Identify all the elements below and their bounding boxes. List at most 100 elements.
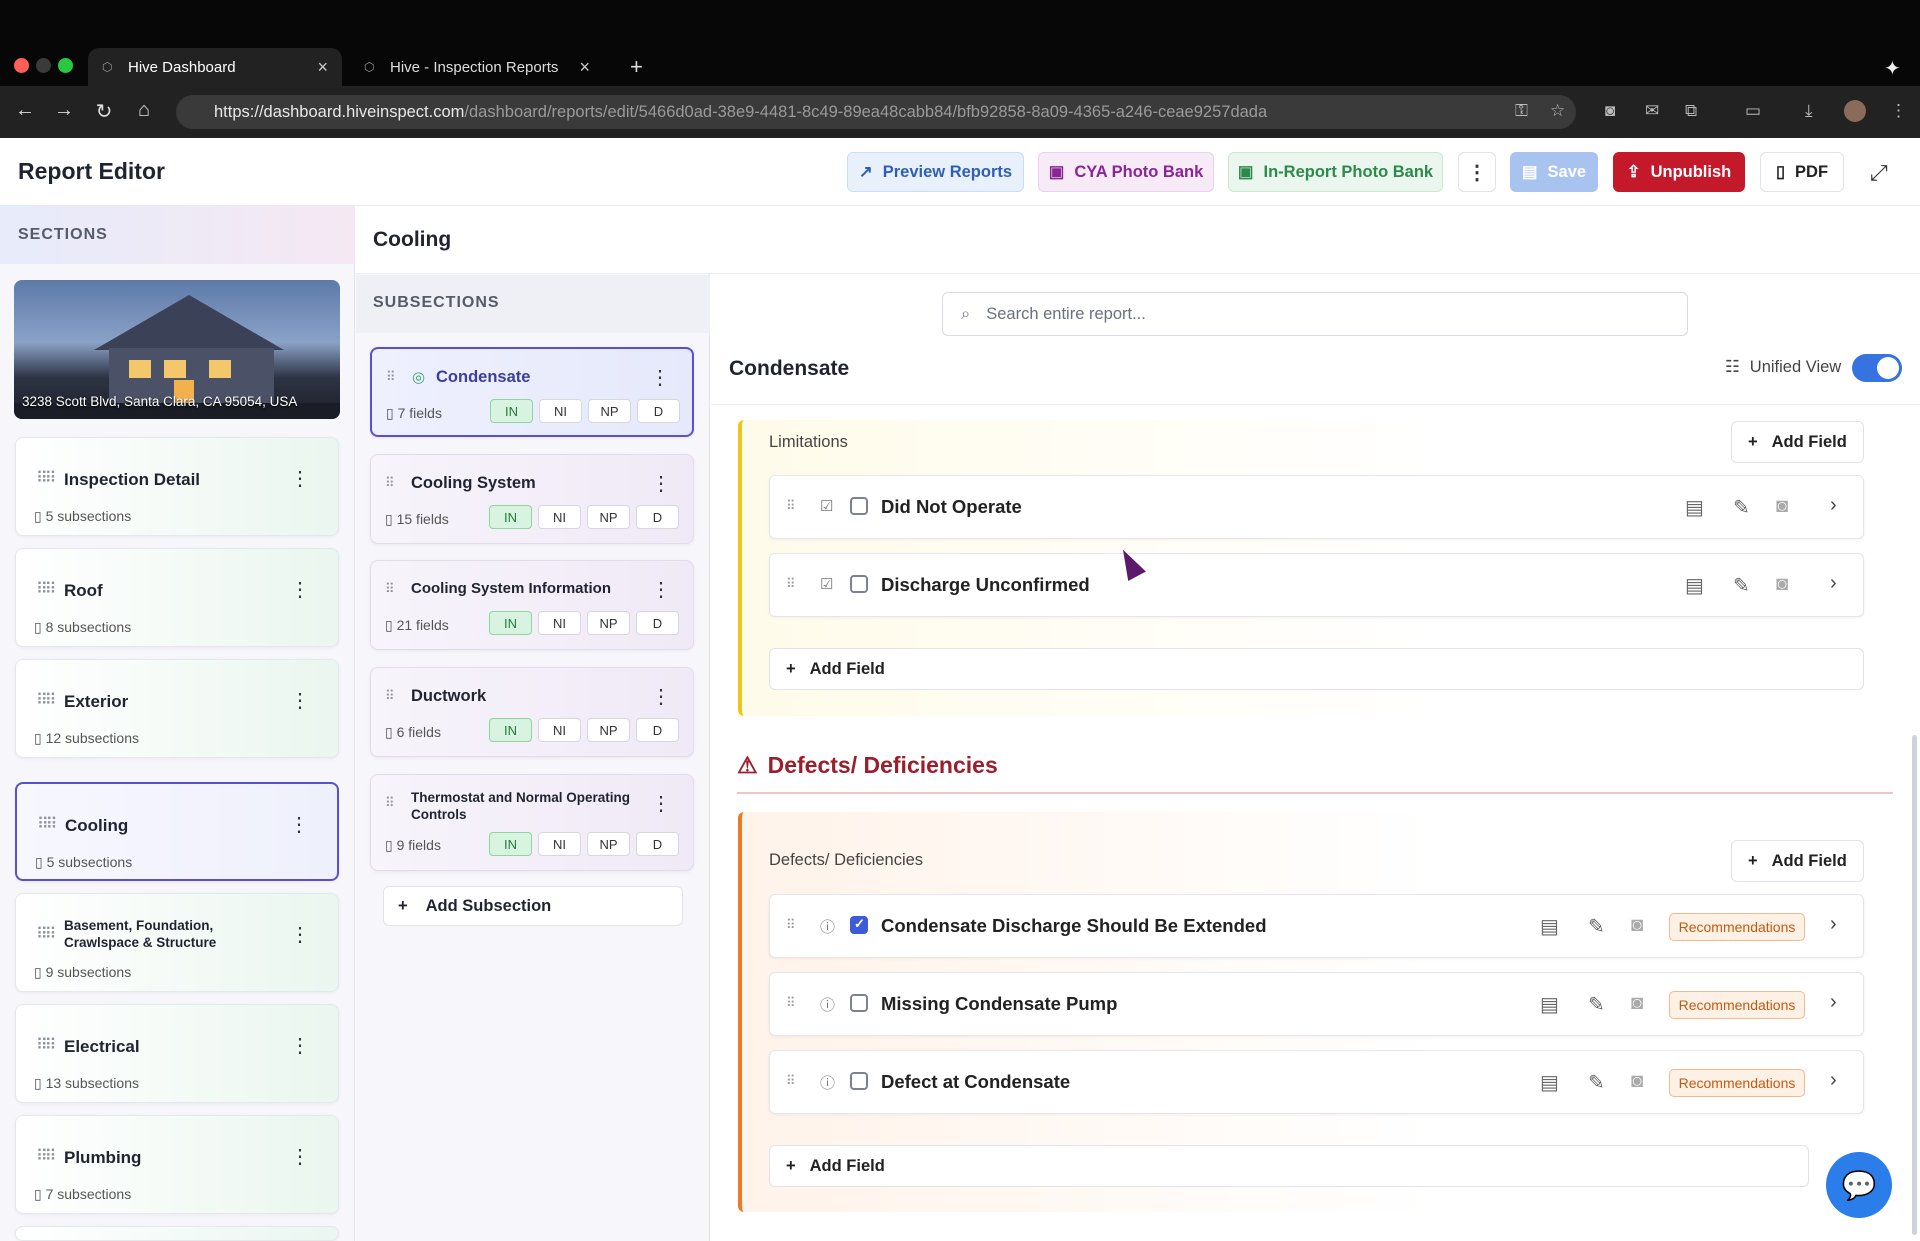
section-card-next[interactable]: [15, 1226, 339, 1241]
subsection-card-condensate[interactable]: ⠿ ◎ Condensate ⋮ ▯ 7 fields IN NI NP D: [370, 347, 694, 437]
drag-handle-icon[interactable]: ⠿: [385, 688, 395, 704]
field-checkbox[interactable]: [850, 994, 868, 1012]
search-input[interactable]: ⌕ Search entire report...: [942, 292, 1688, 336]
pdf-button[interactable]: ▯ PDF: [1760, 152, 1844, 192]
section-card-basement[interactable]: ⠿⠿ Basement, Foundation, Crawlspace & St…: [15, 893, 339, 992]
subsection-card-cooling-system-information[interactable]: ⠿ Cooling System Information ⋮ ▯ 21 fiel…: [370, 560, 694, 650]
drag-handle-icon[interactable]: ⠿: [385, 475, 395, 491]
status-d-pill[interactable]: D: [636, 832, 679, 856]
drag-handle-icon[interactable]: ⠿⠿: [36, 579, 57, 599]
download-icon[interactable]: ⤓: [1805, 101, 1813, 121]
zoom-window-button[interactable]: [58, 58, 73, 73]
section-menu-icon[interactable]: ⋮: [290, 688, 310, 713]
camera-icon[interactable]: ◙: [1631, 1070, 1643, 1093]
recommendations-tag[interactable]: Recommendations: [1669, 1069, 1805, 1097]
bookmark-star-icon[interactable]: ☆: [1550, 101, 1565, 121]
browser-menu-icon[interactable]: ⋮: [1890, 101, 1907, 121]
drag-handle-icon[interactable]: ⠿⠿: [36, 1035, 57, 1055]
new-tab-button[interactable]: +: [616, 48, 656, 86]
status-ni-pill[interactable]: NI: [538, 611, 581, 635]
preview-reports-button[interactable]: ↗ Preview Reports: [847, 152, 1024, 192]
browser-tab-hive-dashboard[interactable]: ⬡ Hive Dashboard ×: [88, 48, 342, 86]
edit-pencil-icon[interactable]: ✎: [1733, 495, 1750, 520]
field-checkbox[interactable]: [850, 575, 868, 593]
subsection-menu-icon[interactable]: ⋮: [651, 471, 671, 496]
camera-icon[interactable]: ◙: [1631, 992, 1643, 1015]
drag-handle-icon[interactable]: ⠿: [385, 795, 395, 811]
status-ni-pill[interactable]: NI: [538, 505, 581, 529]
subsection-menu-icon[interactable]: ⋮: [651, 684, 671, 709]
section-menu-icon[interactable]: ⋮: [290, 466, 310, 491]
chevron-right-icon[interactable]: ›: [1830, 572, 1837, 595]
section-card-inspection-detail[interactable]: ⠿⠿ Inspection Detail ⋮ ▯ 5 subsections: [15, 437, 339, 536]
unified-view-toggle[interactable]: [1852, 354, 1902, 382]
camera-icon[interactable]: ◙: [1776, 573, 1788, 596]
drag-handle-icon[interactable]: ⠿⠿: [36, 1146, 57, 1166]
drag-handle-icon[interactable]: ⠿⠿: [36, 468, 57, 488]
save-icon[interactable]: ▤: [1685, 495, 1704, 520]
chevron-right-icon[interactable]: ›: [1830, 991, 1837, 1014]
status-in-pill[interactable]: IN: [489, 611, 532, 635]
status-in-pill[interactable]: IN: [489, 718, 532, 742]
reading-mode-icon[interactable]: ▭: [1745, 101, 1761, 121]
status-in-pill[interactable]: IN: [490, 399, 533, 423]
section-card-electrical[interactable]: ⠿⠿ Electrical ⋮ ▯ 13 subsections: [15, 1004, 339, 1103]
field-row-missing-condensate-pump[interactable]: ⠿ ⓘ Missing Condensate Pump ▤ ✎ ◙ Recomm…: [769, 972, 1864, 1036]
section-card-exterior[interactable]: ⠿⠿ Exterior ⋮ ▯ 12 subsections: [15, 659, 339, 758]
field-row-condensate-discharge[interactable]: ⠿ ⓘ Condensate Discharge Should Be Exten…: [769, 894, 1864, 958]
status-ni-pill[interactable]: NI: [538, 832, 581, 856]
profile-avatar[interactable]: [1844, 100, 1866, 122]
drag-handle-icon[interactable]: ⠿: [786, 1073, 796, 1089]
chevron-right-icon[interactable]: ›: [1830, 1069, 1837, 1092]
close-tab-icon[interactable]: ×: [579, 57, 590, 78]
field-checkbox[interactable]: [850, 916, 868, 934]
add-field-button[interactable]: + Add Field: [769, 1145, 1809, 1187]
status-ni-pill[interactable]: NI: [538, 718, 581, 742]
field-checkbox[interactable]: [850, 1072, 868, 1090]
add-subsection-button[interactable]: + Add Subsection: [383, 886, 683, 926]
save-icon[interactable]: ▤: [1540, 914, 1559, 939]
drag-handle-icon[interactable]: ⠿: [786, 995, 796, 1011]
minimize-window-button[interactable]: [36, 58, 51, 73]
save-icon[interactable]: ▤: [1540, 992, 1559, 1017]
scrollbar[interactable]: [1912, 735, 1917, 1235]
save-button[interactable]: ▤ Save: [1510, 152, 1598, 192]
save-icon[interactable]: ▤: [1685, 573, 1704, 598]
section-card-plumbing[interactable]: ⠿⠿ Plumbing ⋮ ▯ 7 subsections: [15, 1115, 339, 1214]
browser-tab-inspection-reports[interactable]: ⬡ Hive - Inspection Reports ×: [350, 48, 604, 86]
edit-pencil-icon[interactable]: ✎: [1733, 573, 1750, 598]
add-field-button-defects[interactable]: + Add Field: [1731, 840, 1864, 882]
drag-handle-icon[interactable]: ⠿: [786, 498, 796, 514]
camera-icon[interactable]: ◙: [1776, 495, 1788, 518]
close-tab-icon[interactable]: ×: [317, 57, 328, 78]
chevron-right-icon[interactable]: ›: [1830, 494, 1837, 517]
save-icon[interactable]: ▤: [1540, 1070, 1559, 1095]
drag-handle-icon[interactable]: ⠿: [386, 369, 396, 385]
sparkle-icon[interactable]: ✦: [1884, 56, 1901, 81]
extensions-puzzle-icon[interactable]: ⧉: [1685, 101, 1697, 121]
more-options-button[interactable]: ⋮: [1458, 152, 1496, 192]
drag-handle-icon[interactable]: ⠿⠿: [36, 690, 57, 710]
status-np-pill[interactable]: NP: [587, 611, 630, 635]
section-menu-icon[interactable]: ⋮: [290, 1033, 310, 1058]
status-np-pill[interactable]: NP: [588, 399, 631, 423]
drag-handle-icon[interactable]: ⠿: [786, 576, 796, 592]
status-in-pill[interactable]: IN: [489, 832, 532, 856]
drag-handle-icon[interactable]: ⠿: [385, 581, 395, 597]
status-np-pill[interactable]: NP: [587, 718, 630, 742]
recommendations-tag[interactable]: Recommendations: [1669, 913, 1805, 941]
edit-pencil-icon[interactable]: ✎: [1588, 914, 1605, 939]
drag-handle-icon[interactable]: ⠿⠿: [36, 924, 57, 944]
section-menu-icon[interactable]: ⋮: [290, 1144, 310, 1169]
subsection-menu-icon[interactable]: ⋮: [651, 577, 671, 602]
password-key-icon[interactable]: ⚿: [1515, 101, 1528, 121]
status-d-pill[interactable]: D: [636, 718, 679, 742]
field-row-discharge-unconfirmed[interactable]: ⠿ ☑ Discharge Unconfirmed ▤ ✎ ◙ ›: [769, 553, 1864, 617]
add-field-button[interactable]: + Add Field: [769, 648, 1864, 690]
url-bar[interactable]: https://dashboard.hiveinspect.com/dashbo…: [176, 95, 1576, 129]
recommendations-tag[interactable]: Recommendations: [1669, 991, 1805, 1019]
cya-photo-bank-button[interactable]: ▣ CYA Photo Bank: [1038, 152, 1214, 192]
drag-handle-icon[interactable]: ⠿: [786, 917, 796, 933]
expand-icon[interactable]: ⤢: [1870, 160, 1888, 186]
chat-support-button[interactable]: 💬: [1826, 1152, 1892, 1218]
